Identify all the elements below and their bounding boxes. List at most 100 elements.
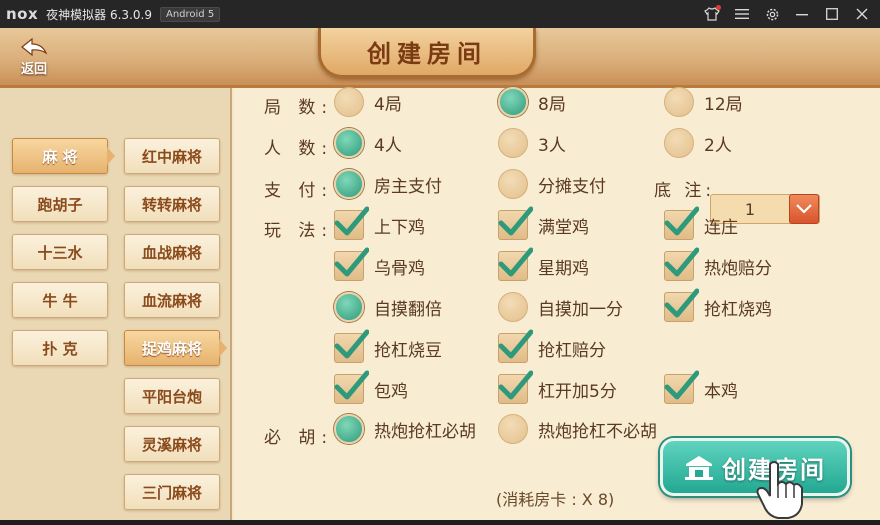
radio-button[interactable] <box>664 128 694 158</box>
option-label: 乌骨鸡 <box>374 258 425 279</box>
radio-button[interactable] <box>334 292 364 322</box>
house-icon <box>685 456 713 480</box>
option-label: 热炮抢杠不必胡 <box>538 421 657 442</box>
page-title: 创建房间 <box>367 40 487 68</box>
checkbox[interactable] <box>664 206 699 240</box>
game-type-button[interactable]: 三门麻将 <box>124 474 220 510</box>
category-button[interactable]: 扑 克 <box>12 330 108 366</box>
rule-option[interactable]: 自摸翻倍 <box>334 292 442 322</box>
back-arrow-icon <box>21 37 48 57</box>
players-option[interactable]: 3人 <box>498 128 566 158</box>
players-option[interactable]: 4人 <box>334 128 402 158</box>
option-label: 上下鸡 <box>374 217 425 238</box>
rule-option[interactable]: 抢杠烧豆 <box>334 329 442 363</box>
option-label: 自摸翻倍 <box>374 299 442 320</box>
option-label: 分摊支付 <box>538 176 606 197</box>
shirt-icon[interactable] <box>704 5 721 22</box>
nox-logo: nox <box>6 5 39 23</box>
radio-button[interactable] <box>334 414 364 444</box>
rule-option[interactable]: 上下鸡 <box>334 206 425 240</box>
game-type-button[interactable]: 转转麻将 <box>124 186 220 222</box>
option-label: 抢杠赔分 <box>538 340 606 361</box>
gear-icon[interactable] <box>764 6 780 22</box>
rounds-option[interactable]: 12局 <box>664 87 743 117</box>
game-type-button[interactable]: 红中麻将 <box>124 138 220 174</box>
rounds-option[interactable]: 8局 <box>498 87 566 117</box>
must-hu-option[interactable]: 热炮抢杠不必胡 <box>498 414 657 444</box>
maximize-icon[interactable] <box>824 6 840 22</box>
category-button[interactable]: 十三水 <box>12 234 108 270</box>
rules-label: 玩 法: <box>264 221 334 241</box>
rule-option[interactable]: 满堂鸡 <box>498 206 589 240</box>
category-panel: 麻 将跑胡子十三水牛 牛扑 克 红中麻将转转麻将血战麻将血流麻将捉鸡麻将平阳台炮… <box>0 88 232 525</box>
payment-label: 支 付: <box>264 181 334 201</box>
option-label: 抢杠烧鸡 <box>704 299 772 320</box>
game-type-button[interactable]: 血战麻将 <box>124 234 220 270</box>
players-option[interactable]: 2人 <box>664 128 732 158</box>
game-type-button[interactable]: 捉鸡麻将 <box>124 330 227 366</box>
rule-option[interactable]: 本鸡 <box>664 370 738 404</box>
base-score-label: 底 注: <box>654 181 716 201</box>
chevron-down-icon[interactable] <box>789 194 819 224</box>
checkbox[interactable] <box>664 288 699 322</box>
radio-button[interactable] <box>498 169 528 199</box>
option-label: 4人 <box>374 135 402 156</box>
game-type-button[interactable]: 平阳台炮 <box>124 378 220 414</box>
android-version-badge: Android 5 <box>159 6 221 22</box>
option-label: 满堂鸡 <box>538 217 589 238</box>
players-label: 人 数: <box>264 139 334 159</box>
rule-option[interactable]: 包鸡 <box>334 370 408 404</box>
checkbox[interactable] <box>498 247 533 281</box>
radio-button[interactable] <box>334 128 364 158</box>
rounds-option[interactable]: 4局 <box>334 87 402 117</box>
category-button[interactable]: 跑胡子 <box>12 186 108 222</box>
category-button[interactable]: 麻 将 <box>12 138 115 174</box>
game-type-button[interactable]: 血流麻将 <box>124 282 220 318</box>
radio-button[interactable] <box>334 87 364 117</box>
must-hu-option[interactable]: 热炮抢杠必胡 <box>334 414 476 444</box>
room-card-cost: (消耗房卡 : X 8) <box>496 490 615 509</box>
radio-button[interactable] <box>498 87 528 117</box>
rule-option[interactable]: 热炮赔分 <box>664 247 772 281</box>
payment-option[interactable]: 房主支付 <box>334 169 442 199</box>
must-hu-label: 必 胡: <box>264 428 334 448</box>
minimize-icon[interactable] <box>794 6 810 22</box>
option-label: 杠开加5分 <box>538 381 617 402</box>
pointing-hand-icon <box>756 461 803 519</box>
radio-button[interactable] <box>498 414 528 444</box>
radio-button[interactable] <box>498 128 528 158</box>
rule-option[interactable]: 抢杠烧鸡 <box>664 288 772 322</box>
option-label: 连庄 <box>704 217 738 238</box>
window-title: 夜神模拟器 6.3.0.9 <box>46 7 152 22</box>
checkbox[interactable] <box>334 370 369 404</box>
radio-button[interactable] <box>334 169 364 199</box>
checkbox[interactable] <box>334 206 369 240</box>
menu-icon[interactable] <box>734 6 750 22</box>
game-type-button[interactable]: 灵溪麻将 <box>124 426 220 462</box>
back-button[interactable]: 返回 <box>10 34 58 80</box>
option-label: 星期鸡 <box>538 258 589 279</box>
close-icon[interactable] <box>854 6 870 22</box>
option-label: 房主支付 <box>374 176 442 197</box>
checkbox[interactable] <box>334 329 369 363</box>
checkbox[interactable] <box>664 370 699 404</box>
category-button[interactable]: 牛 牛 <box>12 282 108 318</box>
checkbox[interactable] <box>498 206 533 240</box>
checkbox[interactable] <box>334 247 369 281</box>
rule-option[interactable]: 星期鸡 <box>498 247 589 281</box>
radio-button[interactable] <box>498 292 528 322</box>
checkbox[interactable] <box>498 329 533 363</box>
rule-option[interactable]: 乌骨鸡 <box>334 247 425 281</box>
checkbox[interactable] <box>498 370 533 404</box>
rounds-label: 局 数: <box>264 98 334 118</box>
notification-dot <box>716 5 721 10</box>
option-label: 12局 <box>704 94 743 115</box>
rule-option[interactable]: 连庄 <box>664 206 738 240</box>
rule-option[interactable]: 抢杠赔分 <box>498 329 606 363</box>
rule-option[interactable]: 杠开加5分 <box>498 370 617 404</box>
radio-button[interactable] <box>664 87 694 117</box>
payment-option[interactable]: 分摊支付 <box>498 169 606 199</box>
option-label: 8局 <box>538 94 566 115</box>
rule-option[interactable]: 自摸加一分 <box>498 292 623 322</box>
checkbox[interactable] <box>664 247 699 281</box>
